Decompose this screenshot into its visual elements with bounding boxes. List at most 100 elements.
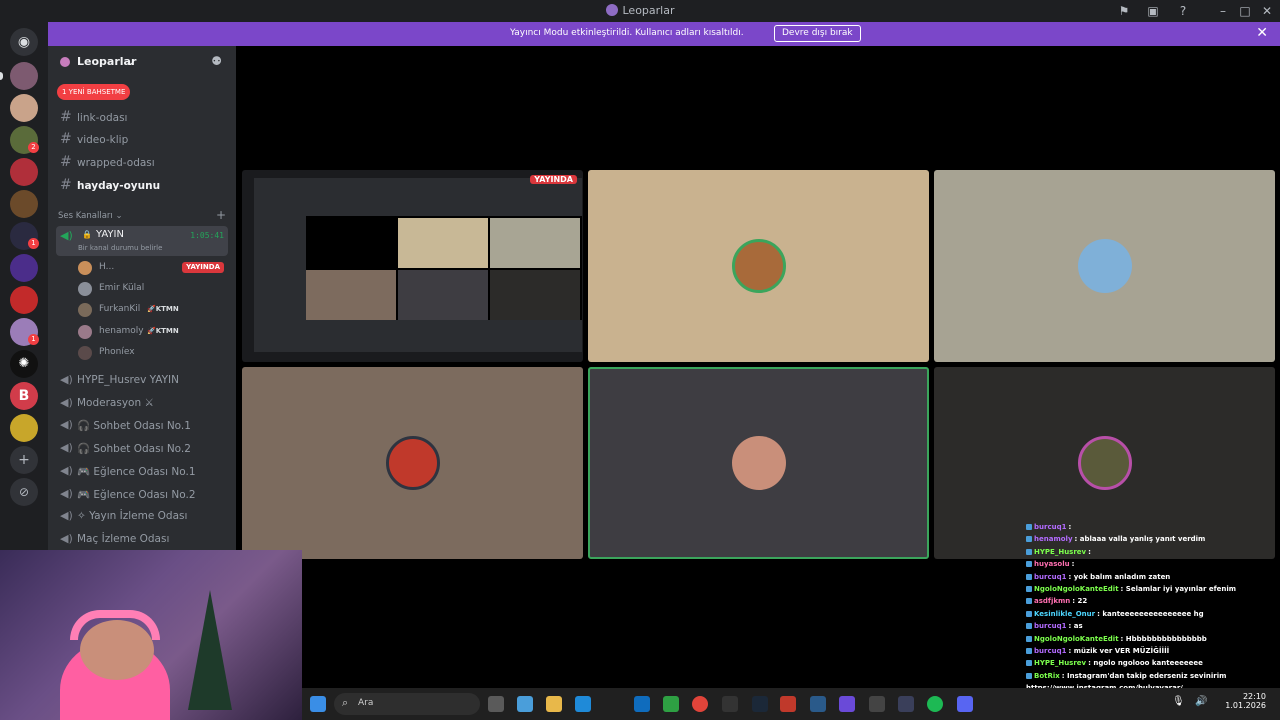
add-channel-icon[interactable]: + [216,208,226,222]
app-icon[interactable] [780,696,796,712]
voice-category[interactable]: Ses Kanalları ⌄ [58,211,123,221]
voice-channel[interactable]: ◀) 🎮 Eğlence Odası No.2 [56,484,228,504]
speaker-icon: ◀) [60,396,73,409]
chat-badge-icon [1026,536,1032,543]
new-mention-badge[interactable]: 1 YENİ BAHSETME [57,84,131,100]
server-icon[interactable]: B [10,382,38,410]
chat-message: burcuq1: [1026,523,1071,535]
chat-badge-icon [1026,610,1032,617]
close-icon[interactable]: ✕ [1256,25,1268,41]
chrome-icon[interactable] [692,696,708,712]
speaker-icon: ◀) [60,418,73,431]
invite-icon[interactable]: ⚉ [211,54,222,68]
voice-channel[interactable]: ◀) 🎮 Eğlence Odası No.1 [56,461,228,481]
participant-tile[interactable] [242,367,583,559]
chat-message: burcuq1: müzik ver VER MÜZİĞİİİİ [1026,647,1169,659]
openai-icon[interactable]: ✺ [10,350,38,378]
microphone-icon[interactable]: 🎙 [1172,696,1188,712]
chat-badge-icon [1026,660,1032,667]
chat-text: Instagram'dan takip ederseniz sevinirim [1067,671,1227,680]
chat-message: NgoloNgoloKanteEdit: Selamlar iyi yayınl… [1026,585,1236,597]
voice-channel[interactable]: ◀) Moderasyon ⚔ [56,393,228,413]
avatar [78,261,92,275]
server-icon[interactable] [10,286,38,314]
app-icon[interactable] [869,696,885,712]
copilot-icon[interactable] [517,696,533,712]
chat-badge-icon [1026,573,1032,580]
voice-user[interactable]: henamoly 🚀KTMN [78,322,228,342]
participant-tile[interactable] [588,170,929,362]
chat-text: Hbbbbbbbbbbbbbbb [1125,634,1207,643]
voice-channel[interactable]: ◀) 🎧 Sohbet Odası No.2 [56,438,228,458]
avatar [731,239,786,293]
channel-video-klip[interactable]: # video-klip [56,130,228,150]
taskbar-clock[interactable]: 22:10 1.01.2026 [1225,692,1266,710]
disable-streamer-mode-button[interactable]: Devre dışı bırak [774,25,861,42]
server-icon[interactable] [10,414,38,442]
voice-user[interactable]: Phoníex [78,343,228,363]
chevron-down-icon: ⌄ [126,55,136,68]
stream-tile[interactable]: YAYINDA [242,170,583,362]
chat-message: burcuq1: yok balım anladım zaten [1026,573,1170,585]
participant-tile[interactable] [934,170,1275,362]
folder-icon[interactable] [546,696,562,712]
server-icon[interactable] [10,190,38,218]
participant-tile-speaking[interactable] [588,367,929,559]
voice-channel[interactable]: ◀) Maç İzleme Odası [56,529,228,549]
add-server-icon[interactable]: + [10,446,38,474]
speaker-icon: ◀) [60,487,73,500]
volume-icon[interactable]: 🔊 [1195,696,1211,712]
app-icon[interactable] [810,696,826,712]
discord-home-icon[interactable]: ◉ [10,28,38,56]
inbox-icon[interactable]: ⚑ [1116,3,1132,19]
server-icon[interactable] [10,62,38,90]
xbox-icon[interactable] [663,696,679,712]
chat-text: Selamlar iyi yayınlar efenim [1125,585,1237,593]
discord-icon[interactable] [957,696,973,712]
minimize-icon[interactable]: – [1215,3,1231,19]
help-icon[interactable]: ? [1175,3,1191,19]
chat-message: HYPE_Husrev: ngolo ngolooo kanteeeeeee [1026,659,1203,671]
epic-games-icon[interactable] [722,696,738,712]
channel-wrapped-odasi[interactable]: # wrapped-odası [56,153,228,173]
outlook-icon[interactable] [634,696,650,712]
app-icon[interactable] [898,696,914,712]
server-icon[interactable] [10,94,38,122]
channel-hayday-oyunu[interactable]: # hayday-oyunu [56,176,228,196]
voice-user[interactable]: H... YAYINDA [78,258,228,278]
speaker-icon: ◀) [60,229,73,242]
voice-channel[interactable]: ◀) HYPE_Husrev YAYIN [56,370,228,390]
chat-nick: burcuq1 [1034,523,1067,531]
chat-badge-icon [1026,635,1032,642]
voice-channel[interactable]: ◀) ✧ Yayın İzleme Odası [56,506,228,526]
server-icon[interactable] [10,158,38,186]
maximize-icon[interactable]: □ [1237,3,1253,19]
spotify-icon[interactable] [927,696,943,712]
app-icon[interactable] [839,696,855,712]
taskbar-search[interactable]: ⌕ Ara [334,693,480,715]
chat-nick: Kesinlikle_Onur [1034,609,1096,618]
server-icon[interactable] [10,254,38,282]
task-view-icon[interactable] [488,696,504,712]
server-header[interactable]: Leoparlar ⌄ ⚉ [48,46,236,78]
channel-link-odasi[interactable]: # link-odası [56,108,228,128]
avatar [1077,239,1132,293]
lock-icon: 🔒 [82,230,92,239]
speaker-icon: ◀) [60,441,73,454]
voice-channel[interactable]: ◀) 🎧 Sohbet Odası No.1 [56,415,228,435]
chat-badge-icon [1026,561,1032,568]
chat-nick: HYPE_Husrev [1034,659,1087,668]
channel-status[interactable]: Bir kanal durumu belirle [78,244,162,252]
chat-badge-icon [1026,623,1032,630]
steam-icon[interactable] [752,696,768,712]
avatar [731,436,786,490]
edge-icon[interactable] [575,696,591,712]
chat-nick: HYPE_Husrev [1034,547,1087,556]
close-icon[interactable]: ✕ [1259,3,1275,19]
explore-icon[interactable]: ⊘ [10,478,38,506]
start-icon[interactable] [310,696,326,712]
screen-icon[interactable]: ▣ [1145,3,1161,19]
voice-user[interactable]: Emir Külal [78,279,228,299]
voice-user[interactable]: FurkanKil 🚀KTMN [78,300,228,320]
active-voice-channel[interactable]: ◀) 🔒 YAYIN Bir kanal durumu belirle 1:05… [56,226,228,256]
